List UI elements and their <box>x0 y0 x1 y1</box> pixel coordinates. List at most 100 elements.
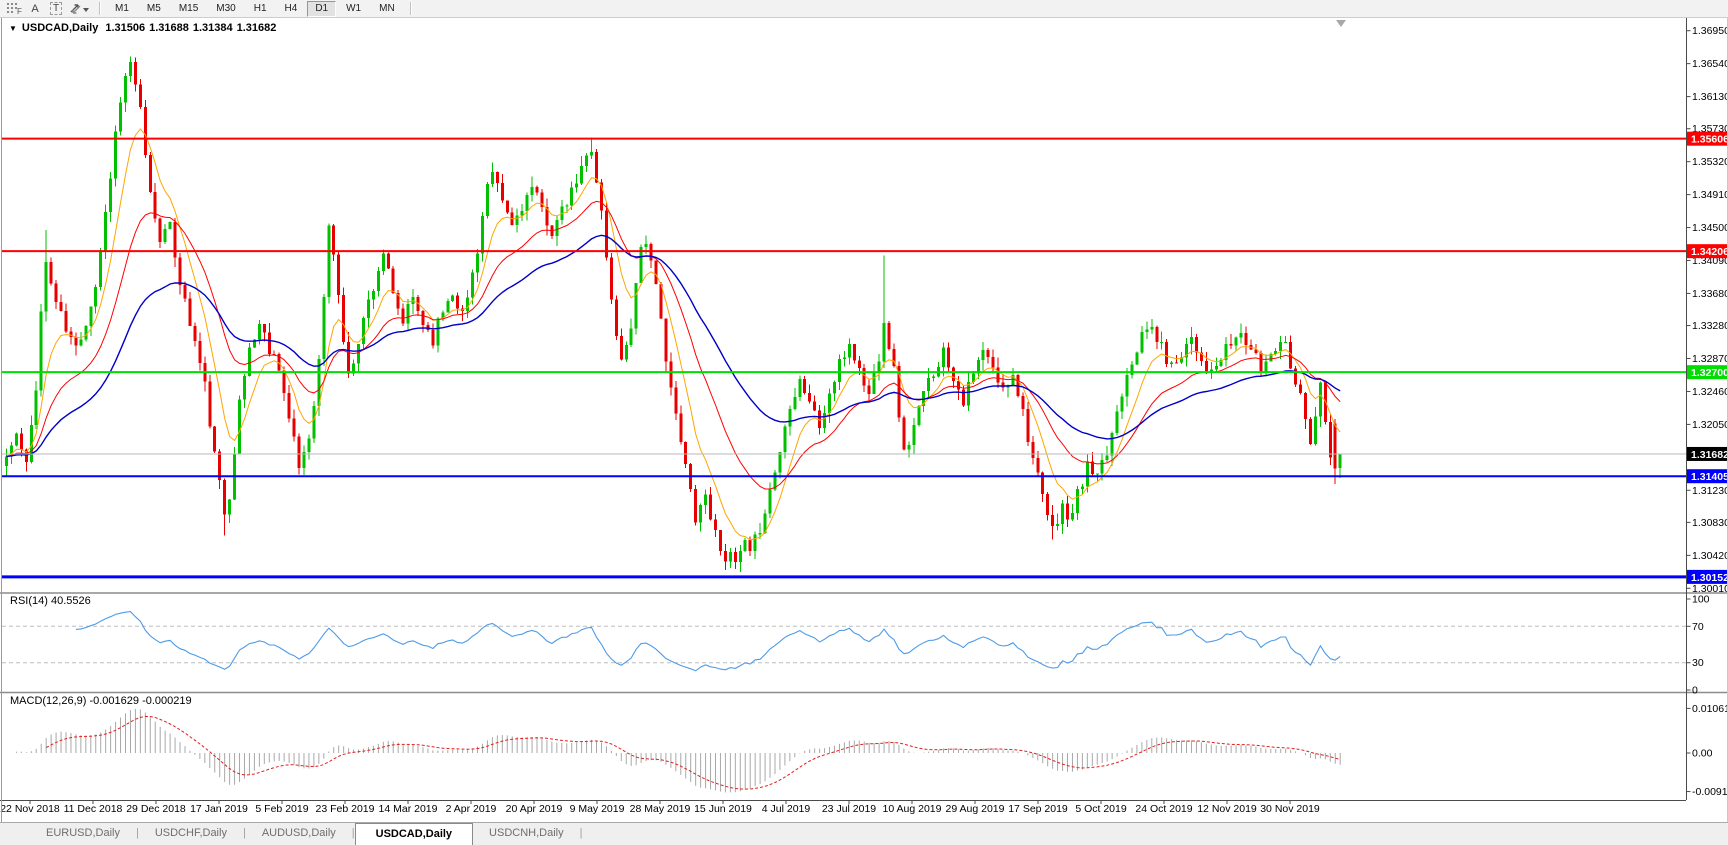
timeframe-button-h4[interactable]: H4 <box>277 1 306 17</box>
candle-body <box>79 339 83 346</box>
candle-body <box>1170 362 1174 364</box>
candle-body <box>575 183 579 188</box>
candle-body <box>5 456 8 467</box>
candle-body <box>1308 418 1312 444</box>
price-axis-label: 1.30420 <box>1692 550 1728 562</box>
candle-body <box>723 551 727 562</box>
candle-body <box>287 393 291 419</box>
rsi-axis-label: 0 <box>1692 685 1698 697</box>
candle-body <box>1155 326 1159 342</box>
candle-body <box>857 360 861 368</box>
candle-body <box>505 200 509 213</box>
price-axis-label: 1.36540 <box>1692 58 1728 70</box>
collapse-triangle-icon[interactable]: ▼ <box>9 24 17 33</box>
symbol-tab-audusd[interactable]: AUDUSD,Daily <box>246 823 352 845</box>
rsi-axis-label: 70 <box>1692 621 1704 633</box>
candle-body <box>282 370 286 394</box>
timeframe-button-d1[interactable]: D1 <box>307 0 337 17</box>
candle-body <box>639 246 643 284</box>
price-axis-label: 1.35320 <box>1692 156 1728 168</box>
date-axis-label: 5 Oct 2019 <box>1075 803 1127 815</box>
candle-body <box>1214 366 1218 370</box>
text-label-icon[interactable]: T <box>47 1 65 16</box>
candle-body <box>456 295 460 309</box>
svg-text:F: F <box>17 7 22 15</box>
candle-body <box>570 187 574 206</box>
candle-body <box>852 344 856 361</box>
date-axis-label: 14 Mar 2019 <box>379 803 438 815</box>
candle-body <box>1095 473 1099 475</box>
symbol-tab-usdcad[interactable]: USDCAD,Daily <box>354 823 474 845</box>
candle-body <box>476 253 480 273</box>
candle-body <box>213 426 217 452</box>
candle-body <box>347 342 351 374</box>
candle-body <box>813 401 817 411</box>
candle-body <box>619 335 623 360</box>
candle-body <box>956 380 960 390</box>
candle-body <box>312 406 316 439</box>
symbol-tab-usdchf[interactable]: USDCHF,Daily <box>139 823 243 845</box>
candle-body <box>1120 396 1124 412</box>
dotted-grid-f-icon[interactable]: F <box>5 1 23 16</box>
candle-body <box>664 318 668 362</box>
candle-body <box>54 283 58 302</box>
timeframe-button-mn[interactable]: MN <box>371 1 403 17</box>
candle-body <box>1085 461 1089 487</box>
chart-background <box>0 0 1728 845</box>
candle-body <box>366 299 370 319</box>
candle-body <box>1338 453 1342 469</box>
candle-body <box>713 519 717 531</box>
candle-body <box>932 376 936 379</box>
candle-body <box>471 272 475 298</box>
timeframe-button-m5[interactable]: M5 <box>139 1 169 17</box>
candle-body <box>709 494 713 520</box>
candle-body <box>89 306 93 327</box>
candle-body <box>342 295 346 343</box>
candle-body <box>1066 503 1070 520</box>
candle-body <box>84 326 88 340</box>
candle-body <box>188 298 192 327</box>
timeframe-button-m30[interactable]: M30 <box>208 1 243 17</box>
candle-body <box>1001 382 1005 388</box>
candle-body <box>490 172 494 185</box>
candle-body <box>823 413 827 429</box>
rsi-label: RSI(14) 40.5526 <box>10 595 91 607</box>
timeframe-button-m1[interactable]: M1 <box>107 1 137 17</box>
candle-body <box>148 155 152 193</box>
candle-body <box>585 155 589 166</box>
price-axis-label: 1.31230 <box>1692 485 1728 497</box>
candle-body <box>1021 395 1025 409</box>
text-label-glyph: T <box>49 2 63 15</box>
symbol-tab-eurusd[interactable]: EURUSD,Daily <box>30 823 136 845</box>
candle-body <box>386 253 390 269</box>
candle-body <box>590 151 594 156</box>
candle-body <box>947 347 951 368</box>
timeframe-button-m15[interactable]: M15 <box>171 1 206 17</box>
chart-tabs: EURUSD,Daily | USDCHF,Daily | AUDUSD,Daily | U… <box>0 822 1728 845</box>
candle-body <box>178 257 182 285</box>
candle-body <box>19 433 23 450</box>
candle-body <box>406 304 410 324</box>
candle-body <box>242 376 246 400</box>
candle-body <box>798 379 802 397</box>
arrows-glyph <box>70 3 89 14</box>
candle-body <box>758 532 762 535</box>
price-axis-label: 1.32460 <box>1692 386 1728 398</box>
candle-body <box>1100 459 1104 474</box>
timeframe-button-w1[interactable]: W1 <box>338 1 369 17</box>
symbol-tab-usdcnh[interactable]: USDCNH,Daily <box>473 823 580 845</box>
candle-body <box>1244 332 1248 346</box>
candle-body <box>104 211 108 252</box>
timeframe-button-h1[interactable]: H1 <box>246 1 275 17</box>
candle-body <box>14 433 18 446</box>
price-chart[interactable]: 1.369501.365401.361301.357301.353201.349… <box>0 0 1728 845</box>
timeframe-toolbar: M1 M5 M15 M30 H1 H4 D1 W1 MN <box>106 0 404 17</box>
line-studies-arrows-icon[interactable] <box>68 1 90 16</box>
chart-symbol-period: USDCAD,Daily <box>21 22 99 34</box>
arrow-style-icon[interactable]: A <box>26 1 44 16</box>
candle-body <box>1189 336 1193 345</box>
candle-body <box>59 301 63 311</box>
candle-body <box>1239 332 1243 338</box>
candle-body <box>867 385 871 394</box>
candle-body <box>1299 384 1303 393</box>
